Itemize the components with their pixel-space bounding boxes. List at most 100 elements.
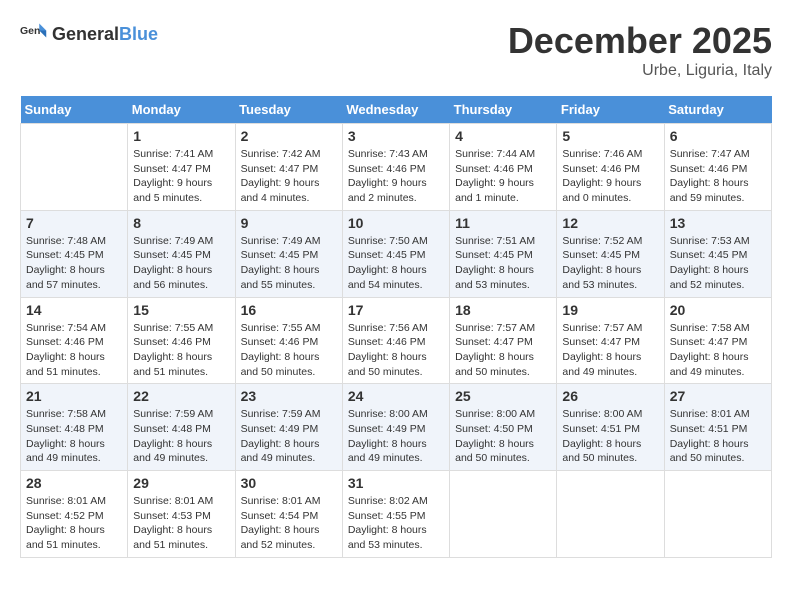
logo-blue: Blue <box>119 24 158 44</box>
day-info: Sunrise: 7:56 AMSunset: 4:46 PMDaylight:… <box>348 321 444 380</box>
day-info: Sunrise: 8:01 AMSunset: 4:51 PMDaylight:… <box>670 407 766 466</box>
day-number: 3 <box>348 128 444 144</box>
day-info: Sunrise: 8:01 AMSunset: 4:52 PMDaylight:… <box>26 494 122 553</box>
weekday-header-sunday: Sunday <box>21 96 128 124</box>
day-number: 24 <box>348 388 444 404</box>
calendar-cell: 31 Sunrise: 8:02 AMSunset: 4:55 PMDayligh… <box>342 471 449 558</box>
day-info: Sunrise: 7:55 AMSunset: 4:46 PMDaylight:… <box>133 321 229 380</box>
calendar-cell: 30 Sunrise: 8:01 AMSunset: 4:54 PMDayligh… <box>235 471 342 558</box>
calendar-table: SundayMondayTuesdayWednesdayThursdayFrid… <box>20 96 772 558</box>
day-info: Sunrise: 8:01 AMSunset: 4:53 PMDaylight:… <box>133 494 229 553</box>
day-number: 27 <box>670 388 766 404</box>
day-number: 19 <box>562 302 658 318</box>
logo-general: General <box>52 24 119 44</box>
day-info: Sunrise: 7:44 AMSunset: 4:46 PMDaylight:… <box>455 147 551 206</box>
day-info: Sunrise: 7:49 AMSunset: 4:45 PMDaylight:… <box>133 234 229 293</box>
day-info: Sunrise: 7:48 AMSunset: 4:45 PMDaylight:… <box>26 234 122 293</box>
logo: Gen GeneralBlue <box>20 20 158 48</box>
calendar-cell <box>664 471 771 558</box>
calendar-cell <box>450 471 557 558</box>
day-info: Sunrise: 7:50 AMSunset: 4:45 PMDaylight:… <box>348 234 444 293</box>
day-number: 5 <box>562 128 658 144</box>
calendar-cell: 20 Sunrise: 7:58 AMSunset: 4:47 PMDayligh… <box>664 297 771 384</box>
day-number: 31 <box>348 475 444 491</box>
weekday-header-friday: Friday <box>557 96 664 124</box>
day-info: Sunrise: 7:58 AMSunset: 4:47 PMDaylight:… <box>670 321 766 380</box>
month-title: December 2025 <box>508 20 772 62</box>
calendar-cell: 15 Sunrise: 7:55 AMSunset: 4:46 PMDayligh… <box>128 297 235 384</box>
title-area: December 2025 Urbe, Liguria, Italy <box>508 20 772 80</box>
day-number: 22 <box>133 388 229 404</box>
calendar-cell: 19 Sunrise: 7:57 AMSunset: 4:47 PMDayligh… <box>557 297 664 384</box>
week-row-3: 14 Sunrise: 7:54 AMSunset: 4:46 PMDayligh… <box>21 297 772 384</box>
day-number: 8 <box>133 215 229 231</box>
day-info: Sunrise: 7:59 AMSunset: 4:49 PMDaylight:… <box>241 407 337 466</box>
day-info: Sunrise: 7:43 AMSunset: 4:46 PMDaylight:… <box>348 147 444 206</box>
day-number: 21 <box>26 388 122 404</box>
day-number: 2 <box>241 128 337 144</box>
day-info: Sunrise: 7:49 AMSunset: 4:45 PMDaylight:… <box>241 234 337 293</box>
calendar-cell: 12Sunrise: 7:52 AMSunset: 4:45 PMDayligh… <box>557 210 664 297</box>
weekday-header-thursday: Thursday <box>450 96 557 124</box>
day-number: 12 <box>562 215 658 231</box>
calendar-cell: 29 Sunrise: 8:01 AMSunset: 4:53 PMDayligh… <box>128 471 235 558</box>
calendar-cell: 9 Sunrise: 7:49 AMSunset: 4:45 PMDaylight… <box>235 210 342 297</box>
day-info: Sunrise: 8:00 AMSunset: 4:50 PMDaylight:… <box>455 407 551 466</box>
day-number: 28 <box>26 475 122 491</box>
day-number: 16 <box>241 302 337 318</box>
day-number: 13 <box>670 215 766 231</box>
weekday-header-wednesday: Wednesday <box>342 96 449 124</box>
calendar-cell: 11 Sunrise: 7:51 AMSunset: 4:45 PMDayligh… <box>450 210 557 297</box>
calendar-cell: 3 Sunrise: 7:43 AMSunset: 4:46 PMDaylight… <box>342 124 449 211</box>
calendar-cell: 5Sunrise: 7:46 AMSunset: 4:46 PMDaylight… <box>557 124 664 211</box>
calendar-cell: 27 Sunrise: 8:01 AMSunset: 4:51 PMDayligh… <box>664 384 771 471</box>
calendar-cell: 13Sunrise: 7:53 AMSunset: 4:45 PMDayligh… <box>664 210 771 297</box>
calendar-cell: 7 Sunrise: 7:48 AMSunset: 4:45 PMDaylight… <box>21 210 128 297</box>
day-info: Sunrise: 8:02 AMSunset: 4:55 PMDaylight:… <box>348 494 444 553</box>
day-number: 23 <box>241 388 337 404</box>
calendar-cell: 10 Sunrise: 7:50 AMSunset: 4:45 PMDayligh… <box>342 210 449 297</box>
day-number: 10 <box>348 215 444 231</box>
day-number: 17 <box>348 302 444 318</box>
weekday-header-tuesday: Tuesday <box>235 96 342 124</box>
day-number: 14 <box>26 302 122 318</box>
week-row-4: 21 Sunrise: 7:58 AMSunset: 4:48 PMDayligh… <box>21 384 772 471</box>
day-number: 1 <box>133 128 229 144</box>
day-info: Sunrise: 7:57 AMSunset: 4:47 PMDaylight:… <box>455 321 551 380</box>
day-number: 7 <box>26 215 122 231</box>
day-number: 29 <box>133 475 229 491</box>
calendar-cell: 2 Sunrise: 7:42 AMSunset: 4:47 PMDaylight… <box>235 124 342 211</box>
calendar-cell: 26Sunrise: 8:00 AMSunset: 4:51 PMDayligh… <box>557 384 664 471</box>
calendar-cell: 23 Sunrise: 7:59 AMSunset: 4:49 PMDayligh… <box>235 384 342 471</box>
day-info: Sunrise: 7:54 AMSunset: 4:46 PMDaylight:… <box>26 321 122 380</box>
location-title: Urbe, Liguria, Italy <box>508 62 772 80</box>
calendar-cell: 21 Sunrise: 7:58 AMSunset: 4:48 PMDayligh… <box>21 384 128 471</box>
day-number: 15 <box>133 302 229 318</box>
header: Gen GeneralBlue December 2025 Urbe, Ligu… <box>20 20 772 80</box>
week-row-1: 1Sunrise: 7:41 AMSunset: 4:47 PMDaylight… <box>21 124 772 211</box>
svg-text:Gen: Gen <box>20 25 40 37</box>
day-info: Sunrise: 7:51 AMSunset: 4:45 PMDaylight:… <box>455 234 551 293</box>
day-info: Sunrise: 8:01 AMSunset: 4:54 PMDaylight:… <box>241 494 337 553</box>
day-number: 20 <box>670 302 766 318</box>
day-number: 9 <box>241 215 337 231</box>
calendar-cell: 24 Sunrise: 8:00 AMSunset: 4:49 PMDayligh… <box>342 384 449 471</box>
day-info: Sunrise: 7:47 AMSunset: 4:46 PMDaylight:… <box>670 147 766 206</box>
calendar-cell: 22 Sunrise: 7:59 AMSunset: 4:48 PMDayligh… <box>128 384 235 471</box>
calendar-cell: 18 Sunrise: 7:57 AMSunset: 4:47 PMDayligh… <box>450 297 557 384</box>
day-number: 18 <box>455 302 551 318</box>
day-info: Sunrise: 7:59 AMSunset: 4:48 PMDaylight:… <box>133 407 229 466</box>
calendar-cell: 25Sunrise: 8:00 AMSunset: 4:50 PMDayligh… <box>450 384 557 471</box>
calendar-cell: 16Sunrise: 7:55 AMSunset: 4:46 PMDayligh… <box>235 297 342 384</box>
day-info: Sunrise: 8:00 AMSunset: 4:49 PMDaylight:… <box>348 407 444 466</box>
calendar-cell: 4Sunrise: 7:44 AMSunset: 4:46 PMDaylight… <box>450 124 557 211</box>
day-info: Sunrise: 7:57 AMSunset: 4:47 PMDaylight:… <box>562 321 658 380</box>
day-info: Sunrise: 7:58 AMSunset: 4:48 PMDaylight:… <box>26 407 122 466</box>
calendar-cell: 6 Sunrise: 7:47 AMSunset: 4:46 PMDaylight… <box>664 124 771 211</box>
day-number: 11 <box>455 215 551 231</box>
day-number: 6 <box>670 128 766 144</box>
day-info: Sunrise: 7:42 AMSunset: 4:47 PMDaylight:… <box>241 147 337 206</box>
logo-icon: Gen <box>20 20 48 48</box>
day-number: 30 <box>241 475 337 491</box>
weekday-header-row: SundayMondayTuesdayWednesdayThursdayFrid… <box>21 96 772 124</box>
